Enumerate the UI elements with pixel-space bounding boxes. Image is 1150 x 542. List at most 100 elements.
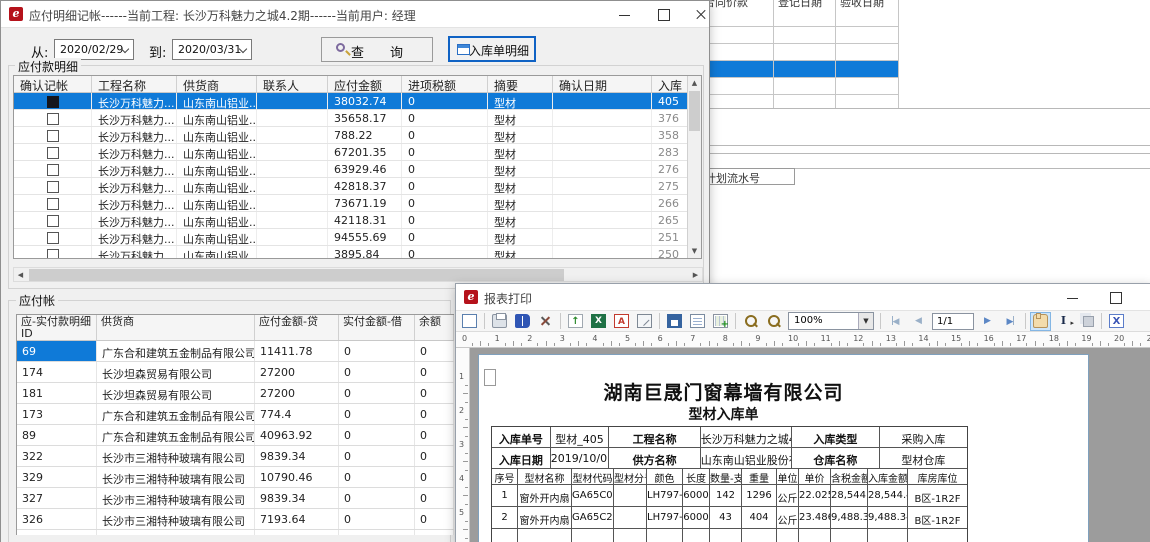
toolbar-button-zoom-out[interactable] bbox=[763, 312, 784, 331]
confirm-checkbox[interactable] bbox=[47, 215, 59, 227]
maximize-button[interactable] bbox=[646, 1, 680, 28]
toolbar-button-copy[interactable] bbox=[1076, 312, 1097, 331]
table-row[interactable] bbox=[700, 27, 898, 44]
toolbar-button-hand[interactable] bbox=[1030, 312, 1051, 331]
toolbar-button-document[interactable] bbox=[687, 312, 708, 331]
column-header-1[interactable]: 工程名称 bbox=[92, 76, 177, 92]
table-row[interactable]: 326长沙市三湘特种玻璃有限公司7193.6400 bbox=[17, 509, 454, 530]
toolbar-button-next-page[interactable]: ▶ bbox=[977, 312, 998, 331]
table-row[interactable]: 长沙万科魅力...山东南山铝业...42818.370型材275 bbox=[14, 178, 688, 195]
vertical-scrollbar[interactable]: ▲ ▼ bbox=[687, 76, 701, 258]
cell: 1 bbox=[492, 485, 518, 506]
toolbar-button-zoom-in[interactable] bbox=[740, 312, 761, 331]
toolbar-button-prev-page[interactable]: ◀ bbox=[908, 312, 929, 331]
toolbar-button-settings[interactable] bbox=[535, 312, 556, 331]
table-row[interactable]: 长沙万科魅力...山东南山铝业...42118.310型材265 bbox=[14, 212, 688, 229]
table-row[interactable]: 329长沙市三湘特种玻璃有限公司10790.4600 bbox=[17, 467, 454, 488]
from-date-select[interactable]: 2020/02/29 bbox=[54, 39, 134, 60]
table-row[interactable] bbox=[700, 10, 898, 27]
table-row[interactable]: 长沙万科魅力...山东南山铝业...788.220型材358 bbox=[14, 127, 688, 144]
column-header-4[interactable]: 余额 bbox=[415, 315, 454, 340]
confirm-checkbox[interactable] bbox=[47, 147, 59, 159]
plan-serial-field[interactable]: 计划流水号 bbox=[700, 168, 795, 185]
minimize-button[interactable] bbox=[1056, 284, 1090, 311]
toolbar-button-table-add[interactable] bbox=[710, 312, 731, 331]
confirm-checkbox[interactable] bbox=[47, 164, 59, 176]
column-header-0[interactable]: 确认记帐 bbox=[14, 76, 92, 92]
table-row[interactable] bbox=[700, 61, 898, 78]
toolbar-button-book[interactable] bbox=[512, 312, 533, 331]
to-date-select[interactable]: 2020/03/31 bbox=[172, 39, 252, 60]
table-row[interactable]: 69广东合和建筑五金制品有限公司11411.7800 bbox=[17, 341, 454, 362]
scroll-down-icon[interactable]: ▼ bbox=[688, 244, 701, 258]
toolbar-button-pdf[interactable]: A bbox=[611, 312, 632, 331]
toolbar-button-export[interactable]: ↑ bbox=[565, 312, 586, 331]
table-row[interactable]: 长沙万科魅力...山东南山铝业...73671.190型材266 bbox=[14, 195, 688, 212]
table-row[interactable] bbox=[700, 78, 898, 95]
table-row[interactable]: 173广东合和建筑五金制品有限公司774.400 bbox=[17, 404, 454, 425]
confirm-checkbox[interactable] bbox=[47, 96, 59, 108]
confirm-checkbox[interactable] bbox=[47, 130, 59, 142]
table-row[interactable]: 长沙万科魅力...山东南山铝业...63929.460型材276 bbox=[14, 161, 688, 178]
table-row[interactable]: 长沙万科魅力...山东南山铝业...94555.690型材251 bbox=[14, 229, 688, 246]
cell: 67201.35 bbox=[328, 144, 402, 160]
table-row[interactable] bbox=[700, 44, 898, 61]
toolbar-button-email[interactable] bbox=[634, 312, 655, 331]
confirm-checkbox[interactable] bbox=[47, 249, 59, 258]
query-button[interactable]: 查 询 bbox=[321, 37, 433, 62]
zoom-select[interactable]: 100%▼ bbox=[788, 312, 874, 330]
horizontal-scrollbar[interactable]: ◀ ▶ bbox=[13, 267, 703, 282]
table-row[interactable]: 174长沙坦森贸易有限公司2720000 bbox=[17, 362, 454, 383]
ruler-number: 4 bbox=[592, 334, 597, 343]
maximize-button[interactable] bbox=[1098, 284, 1132, 311]
table-row[interactable]: 长沙万科魅力...山东南山铝业...35658.170型材376 bbox=[14, 110, 688, 127]
column-header-8[interactable]: 入库 bbox=[652, 76, 688, 92]
chevron-down-icon[interactable]: ▼ bbox=[858, 313, 873, 329]
column-header-1[interactable]: 供货商 bbox=[97, 315, 255, 340]
table-row[interactable]: 327长沙市三湘特种玻璃有限公司9839.3400 bbox=[17, 488, 454, 509]
column-header-0[interactable]: 应-实付款明细ID bbox=[17, 315, 97, 340]
column-header-3[interactable]: 联系人 bbox=[257, 76, 328, 92]
toolbar-button-first-page[interactable]: ◀ bbox=[885, 312, 906, 331]
ruler-tick bbox=[463, 495, 468, 496]
confirm-checkbox[interactable] bbox=[47, 198, 59, 210]
column-header-4[interactable]: 应付金额 bbox=[328, 76, 402, 92]
page-indicator-input[interactable]: 1/1 bbox=[932, 313, 974, 330]
scrollbar-thumb[interactable] bbox=[689, 91, 700, 131]
toolbar-button-print[interactable] bbox=[489, 312, 510, 331]
table-row[interactable]: 322长沙市三湘特种玻璃有限公司9839.3400 bbox=[17, 446, 454, 467]
cell: LH797-1LL bbox=[647, 507, 683, 528]
scroll-right-icon[interactable]: ▶ bbox=[689, 268, 702, 282]
toolbar-button-last-page[interactable]: ▶ bbox=[1000, 312, 1021, 331]
close-button[interactable] bbox=[684, 1, 718, 28]
confirm-checkbox[interactable] bbox=[47, 232, 59, 244]
toolbar-button-excel[interactable]: X bbox=[588, 312, 609, 331]
column-header-2[interactable]: 应付金额-贷 bbox=[255, 315, 339, 340]
table-row[interactable]: 89广东合和建筑五金制品有限公司40963.9200 bbox=[17, 425, 454, 446]
table-row[interactable]: 长沙万科魅力...山东南山铝业...38032.740型材405 bbox=[14, 93, 688, 110]
column-header-2[interactable]: 供货商 bbox=[177, 76, 257, 92]
print-preview-area[interactable]: 湖南巨晟门窗幕墙有限公司 型材入库单 入库单号型材_405工程名称长沙万科魅力之… bbox=[470, 348, 1150, 542]
table-row[interactable]: 181长沙坦森贸易有限公司2720000 bbox=[17, 383, 454, 404]
scroll-left-icon[interactable]: ◀ bbox=[14, 268, 27, 282]
toolbar-button-close[interactable]: X bbox=[1106, 312, 1127, 331]
scroll-up-icon[interactable]: ▲ bbox=[688, 76, 701, 90]
close-button[interactable] bbox=[1140, 284, 1150, 311]
confirm-checkbox[interactable] bbox=[47, 113, 59, 125]
inbound-detail-button[interactable]: 入库单明细 bbox=[448, 36, 536, 62]
column-header-6[interactable]: 摘要 bbox=[488, 76, 553, 92]
confirm-checkbox[interactable] bbox=[47, 181, 59, 193]
scrollbar-thumb[interactable] bbox=[29, 269, 564, 281]
column-header-5[interactable]: 进项税额 bbox=[402, 76, 488, 92]
minimize-button[interactable] bbox=[608, 1, 642, 28]
toolbar-button-text-select[interactable]: I bbox=[1053, 312, 1074, 331]
toolbar-button-save[interactable] bbox=[664, 312, 685, 331]
window2-titlebar[interactable]: e 报表打印 bbox=[456, 284, 1150, 311]
table-row[interactable]: 长沙万科魅力...山东南山铝业...3895.840型材250 bbox=[14, 246, 688, 258]
window1-titlebar[interactable]: e 应付明细记帐------当前工程: 长沙万科魅力之城4.2期------当前… bbox=[1, 1, 709, 28]
toolbar-button-page-preview[interactable] bbox=[459, 312, 480, 331]
column-header-3[interactable]: 实付金额-借 bbox=[339, 315, 415, 340]
table-row[interactable]: 325长沙市三湘特种玻璃有限公司9139.3400 bbox=[17, 530, 454, 535]
column-header-7[interactable]: 确认日期 bbox=[553, 76, 652, 92]
table-row[interactable]: 长沙万科魅力...山东南山铝业...67201.350型材283 bbox=[14, 144, 688, 161]
